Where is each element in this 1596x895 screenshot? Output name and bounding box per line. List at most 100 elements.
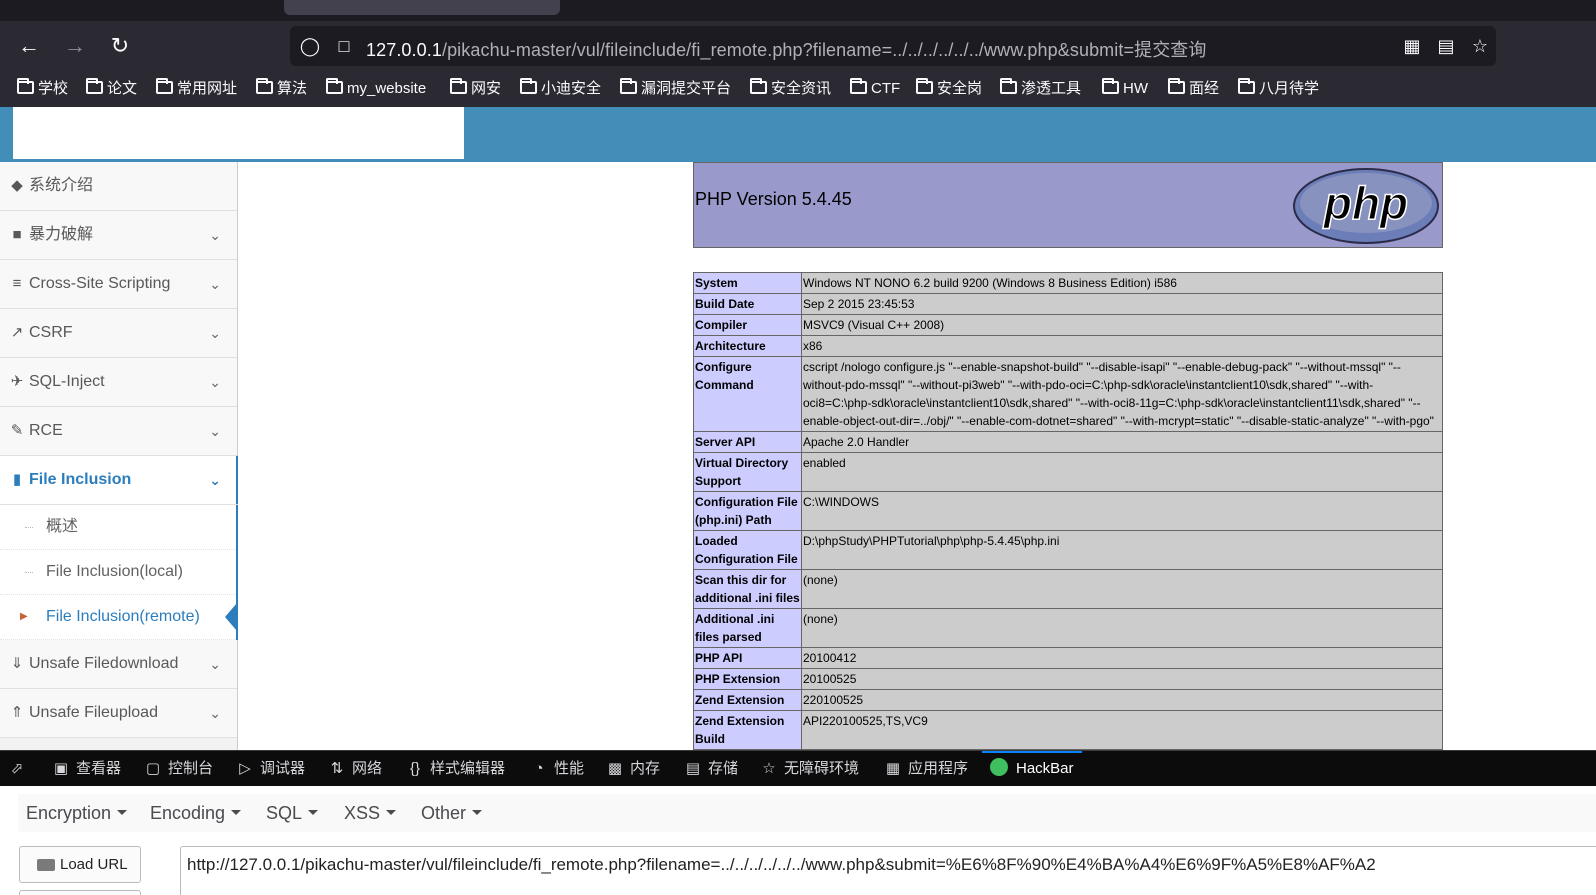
folder-icon [17, 78, 34, 94]
address-bar[interactable]: ◯ □ 127.0.0.1/pikachu-master/vul/fileinc… [290, 26, 1496, 66]
phpinfo-value: (none) [801, 608, 1443, 648]
list-icon: ≡ [12, 275, 22, 292]
bookmark-folder[interactable]: 面经 [1168, 78, 1219, 100]
sidebar-item-fileupload[interactable]: ⇑ Unsafe Fileupload ⌄ [0, 689, 237, 738]
caret-right-icon: ▶ [20, 611, 28, 622]
folder-icon [620, 78, 637, 94]
folder-icon [450, 78, 467, 94]
chevron-down-icon: ⌄ [209, 705, 221, 721]
phpinfo-key: PHP Extension [693, 668, 802, 690]
reload-button[interactable]: ↻ [105, 31, 135, 61]
split-url-button[interactable] [19, 890, 141, 895]
memory-icon: ▩ [607, 760, 623, 777]
bookmark-folder[interactable]: 漏洞提交平台 [620, 78, 731, 100]
dropdown-arrow-icon [231, 810, 242, 815]
bookmark-folder[interactable]: HW [1102, 78, 1148, 100]
phpinfo-row: Virtual Directory Support enabled [693, 452, 1443, 492]
tab-console[interactable]: ▢ 控制台 [144, 751, 213, 787]
bookmark-folder[interactable]: 渗透工具 [1000, 78, 1081, 100]
phpinfo-row: Scan this dir for additional .ini files(… [693, 569, 1443, 609]
sql-menu[interactable]: SQL [266, 794, 319, 832]
tab-accessibility[interactable]: ☆ 无障碍环境 [760, 751, 859, 787]
phpinfo-key: Configure Command [693, 356, 802, 432]
phpinfo-row: System Windows NT NONO 6.2 build 9200 (Wi… [693, 272, 1443, 294]
lock-icon: ■ [12, 226, 22, 243]
submenu-item-local[interactable]: File Inclusion(local) [0, 550, 236, 595]
performance-icon: ◔ [534, 760, 544, 777]
phpinfo-table: System Windows NT NONO 6.2 build 9200 (Wi… [693, 272, 1443, 750]
bookmark-folder[interactable]: 算法 [256, 78, 307, 100]
sidebar-item-csrf[interactable]: ↗ CSRF ⌄ [0, 309, 237, 358]
phpinfo-value: x86 [801, 335, 1443, 357]
grid-icon: ▦ [885, 760, 901, 777]
chevron-down-icon: ⌄ [209, 374, 221, 390]
phpinfo-key: Zend Extension Build [693, 710, 802, 750]
browser-tab[interactable] [284, 0, 560, 15]
tab-inspector[interactable]: ▣ 查看器 [52, 751, 121, 787]
bookmark-folder[interactable]: 小迪安全 [520, 78, 601, 100]
phpinfo-key: Loaded Configuration File [693, 530, 802, 570]
qr-code-icon[interactable]: ▦ [1400, 34, 1424, 58]
submenu-item-overview[interactable]: 概述 [0, 505, 236, 550]
bookmark-folder[interactable]: CTF [850, 78, 900, 100]
bookmark-folder[interactable]: 学校 [17, 78, 68, 100]
xss-menu[interactable]: XSS [344, 794, 397, 832]
load-url-button[interactable]: Load URL [19, 846, 141, 883]
shield-icon[interactable]: ◯ [298, 34, 322, 58]
bookmark-folder[interactable]: 网安 [450, 78, 501, 100]
reader-view-icon[interactable]: ▤ [1434, 34, 1458, 58]
folder-icon [326, 78, 343, 94]
encoding-menu[interactable]: Encoding [150, 794, 242, 832]
phpinfo-value: Sep 2 2015 23:45:53 [801, 293, 1443, 315]
bookmark-folder[interactable]: 安全资讯 [750, 78, 831, 100]
sidebar-item-intro[interactable]: ◆ 系统介绍 [0, 162, 237, 211]
forward-button[interactable]: → [60, 31, 90, 61]
bookmark-folder[interactable]: 常用网址 [156, 78, 237, 100]
tab-hackbar[interactable]: HackBar [982, 751, 1082, 787]
sidebar-item-bruteforce[interactable]: ■ 暴力破解 ⌄ [0, 211, 237, 260]
phpinfo-row: Build Date Sep 2 2015 23:45:53 [693, 293, 1443, 315]
phpinfo-value: API220100525,TS,VC9 [801, 710, 1443, 750]
bookmark-folder[interactable]: 安全岗 [916, 78, 982, 100]
phpinfo-key: Compiler [693, 314, 802, 336]
tab-performance[interactable]: ◔ 性能 [530, 751, 584, 787]
tab-memory[interactable]: ▩ 内存 [606, 751, 660, 787]
braces-icon: {} [409, 760, 421, 777]
tab-storage[interactable]: ▤ 存储 [684, 751, 738, 787]
bookmark-folder[interactable]: 论文 [86, 78, 137, 100]
pick-element-button[interactable]: ⬀ [8, 751, 32, 787]
site-logo[interactable] [13, 107, 464, 159]
other-menu[interactable]: Other [421, 794, 483, 832]
sidebar-item-xss[interactable]: ≡ Cross-Site Scripting ⌄ [0, 260, 237, 309]
phpinfo-row: Server API Apache 2.0 Handler [693, 431, 1443, 453]
page-header [0, 107, 1596, 162]
sidebar-item-file-inclusion[interactable]: ▮ File Inclusion ⌄ [0, 456, 238, 505]
bookmark-folder[interactable]: my_website [326, 78, 426, 100]
phpinfo-value: D:\phpStudy\PHPTutorial\php\php-5.4.45\p… [801, 530, 1443, 570]
phpinfo-header: PHP Version 5.4.45 php [693, 162, 1443, 248]
tab-network[interactable]: ⇅ 网络 [328, 751, 382, 787]
phpinfo-value: Apache 2.0 Handler [801, 431, 1443, 453]
phpinfo-row: PHP API 20100412 [693, 647, 1443, 669]
tab-debugger[interactable]: ▷ 调试器 [236, 751, 305, 787]
load-icon [37, 859, 55, 871]
sidebar-item-filedownload[interactable]: ⇓ Unsafe Filedownload ⌄ [0, 640, 237, 689]
phpinfo-key: System [693, 272, 802, 294]
encryption-menu[interactable]: Encryption [26, 794, 128, 832]
hackbar-icon [990, 758, 1008, 776]
back-button[interactable]: ← [14, 31, 44, 61]
file-icon: ▮ [12, 471, 22, 488]
chevron-down-icon: ⌄ [209, 325, 221, 341]
submenu-item-remote[interactable]: ▶ File Inclusion(remote) [0, 595, 237, 640]
sidebar-item-sqli[interactable]: ✈ SQL-Inject ⌄ [0, 358, 237, 407]
tab-style-editor[interactable]: {} 样式编辑器 [406, 751, 505, 787]
bookmark-star-icon[interactable]: ☆ [1468, 34, 1492, 58]
sidebar-item-rce[interactable]: ✎ RCE ⌄ [0, 407, 237, 456]
folder-icon [1102, 78, 1119, 94]
hackbar-url-input[interactable]: http://127.0.0.1/pikachu-master/vul/file… [180, 846, 1596, 895]
phpinfo-key: Server API [693, 431, 802, 453]
url-text[interactable]: 127.0.0.1/pikachu-master/vul/fileinclude… [366, 36, 1207, 62]
tab-application[interactable]: ▦ 应用程序 [884, 751, 968, 787]
phpinfo-value: 20100412 [801, 647, 1443, 669]
bookmark-folder[interactable]: 八月待学 [1238, 78, 1319, 100]
